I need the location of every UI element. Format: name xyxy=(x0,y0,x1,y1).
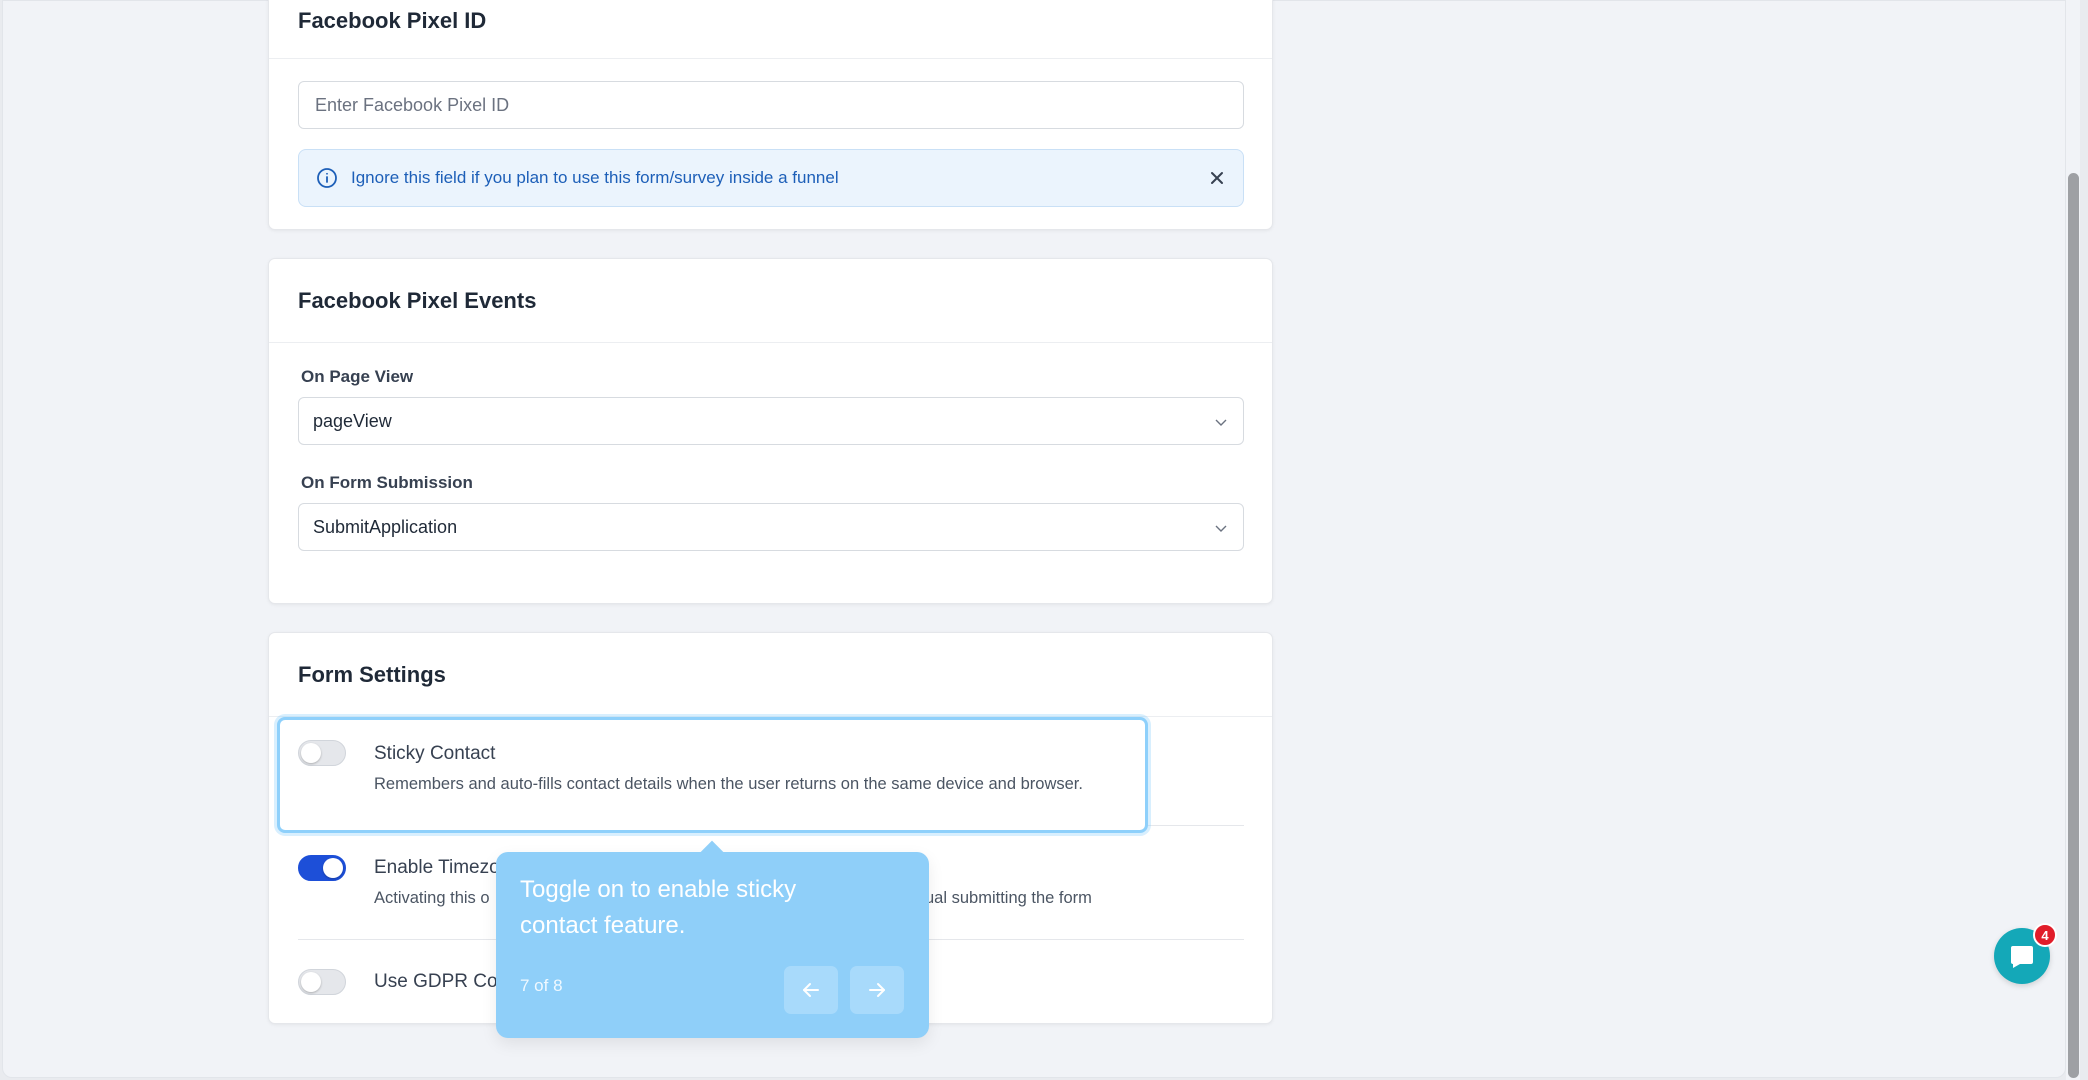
info-circle-icon xyxy=(315,166,339,190)
tour-step-counter: 7 of 8 xyxy=(520,976,563,995)
facebook-pixel-id-title: Facebook Pixel ID xyxy=(269,0,1272,59)
enable-timezone-toggle[interactable] xyxy=(298,855,346,881)
facebook-pixel-id-placeholder: Enter Facebook Pixel ID xyxy=(315,94,510,115)
arrow-right-icon xyxy=(866,979,888,1001)
on-form-submission-select[interactable]: SubmitApplication xyxy=(298,503,1244,551)
close-icon[interactable] xyxy=(1207,168,1227,188)
on-page-view-label: On Page View xyxy=(301,367,414,386)
enable-timezone-title: Enable Timezo xyxy=(374,857,500,878)
tour-tooltip-message: Toggle on to enable sticky contact featu… xyxy=(520,876,797,939)
chat-bubble-icon xyxy=(2008,942,2036,970)
enable-timezone-description: Activating this o xyxy=(374,889,490,907)
toggle-knob xyxy=(323,858,343,878)
facebook-pixel-id-input[interactable]: Enter Facebook Pixel ID xyxy=(298,81,1244,129)
toggle-knob xyxy=(301,743,321,763)
facebook-pixel-id-card: Facebook Pixel ID Enter Facebook Pixel I… xyxy=(268,0,1273,230)
toggle-knob xyxy=(301,972,321,992)
sticky-contact-setting[interactable]: Sticky Contact Remembers and auto-fills … xyxy=(277,717,1148,833)
sticky-contact-toggle[interactable] xyxy=(298,740,346,766)
tour-next-button[interactable] xyxy=(850,966,904,1014)
use-gdpr-title: Use GDPR Co xyxy=(374,971,498,992)
enable-timezone-description-end: ual submitting the form xyxy=(925,889,1092,907)
tour-tooltip: Toggle on to enable sticky contact featu… xyxy=(496,840,929,1038)
form-settings-title: Form Settings xyxy=(269,633,1272,717)
chevron-down-icon xyxy=(1213,520,1229,536)
arrow-left-icon xyxy=(800,979,822,1001)
scrollbar-thumb[interactable] xyxy=(2068,173,2079,1078)
facebook-pixel-events-card: Facebook Pixel Events On Page View pageV… xyxy=(268,258,1273,604)
on-form-submission-label: On Form Submission xyxy=(301,473,473,492)
chat-notification-badge: 4 xyxy=(2033,923,2057,947)
on-page-view-select[interactable]: pageView xyxy=(298,397,1244,445)
use-gdpr-toggle[interactable] xyxy=(298,969,346,995)
tour-prev-button[interactable] xyxy=(784,966,838,1014)
funnel-info-alert: Ignore this field if you plan to use thi… xyxy=(298,149,1244,207)
sticky-contact-title: Sticky Contact xyxy=(374,743,496,764)
facebook-pixel-events-title: Facebook Pixel Events xyxy=(269,259,1272,343)
on-page-view-value: pageView xyxy=(313,410,392,431)
chevron-down-icon xyxy=(1213,414,1229,430)
funnel-info-message: Ignore this field if you plan to use thi… xyxy=(351,168,839,187)
sticky-contact-description: Remembers and auto-fills contact details… xyxy=(374,775,1083,793)
on-form-submission-value: SubmitApplication xyxy=(313,516,458,537)
